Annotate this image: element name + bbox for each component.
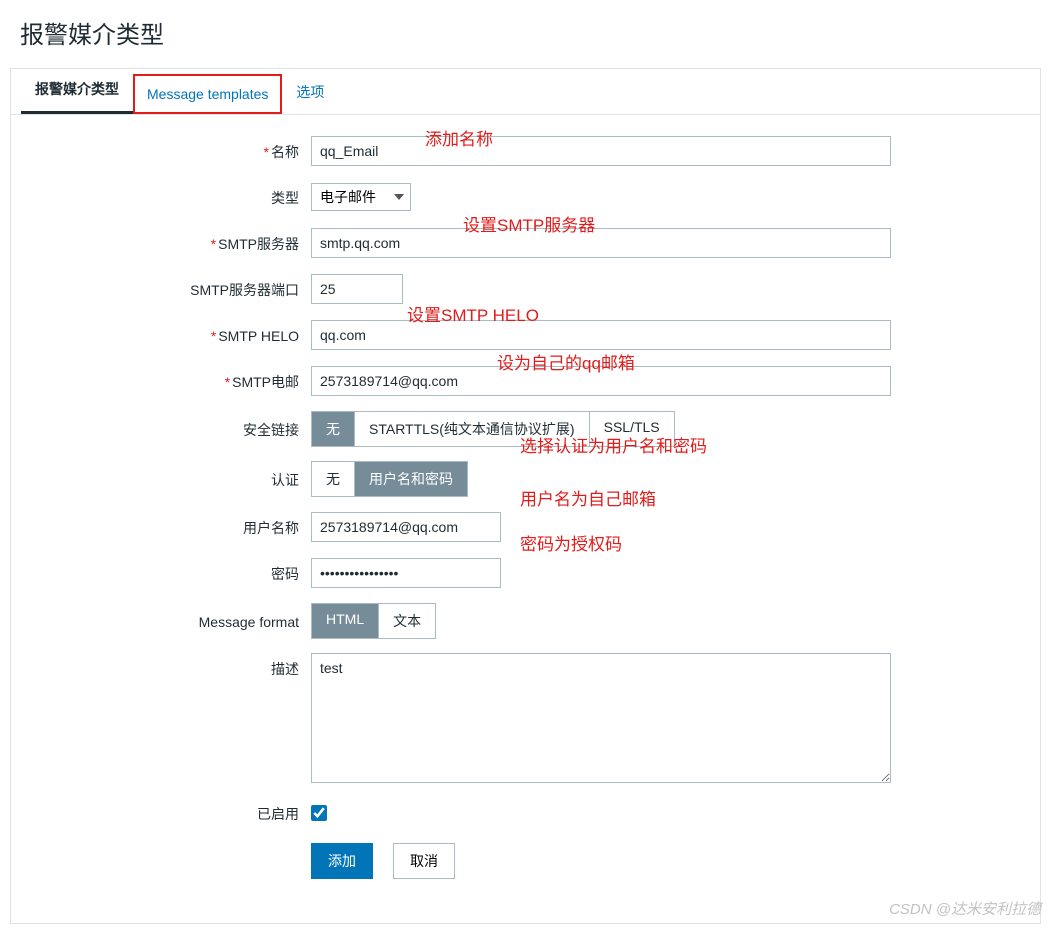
add-button[interactable]: 添加	[311, 843, 373, 879]
label-enabled: 已启用	[31, 802, 311, 824]
auth-opt-none[interactable]: 无	[312, 462, 355, 496]
form-container: 报警媒介类型 Message templates 选项 *名称 类型 电子邮件 …	[10, 68, 1041, 924]
label-security: 安全链接	[31, 418, 311, 440]
label-type: 类型	[31, 186, 311, 208]
label-name: *名称	[31, 140, 311, 162]
security-opt-ssl[interactable]: SSL/TLS	[590, 412, 674, 446]
cancel-button[interactable]: 取消	[393, 843, 455, 879]
label-smtp-port: SMTP服务器端口	[31, 278, 311, 300]
tab-options[interactable]: 选项	[282, 70, 338, 114]
tab-message-templates[interactable]: Message templates	[133, 74, 282, 114]
format-opt-html[interactable]: HTML	[312, 604, 379, 638]
label-msg-format: Message format	[31, 612, 311, 630]
username-input[interactable]	[311, 512, 501, 542]
tab-media-types[interactable]: 报警媒介类型	[21, 67, 133, 114]
smtp-email-input[interactable]	[311, 366, 891, 396]
label-description: 描述	[31, 653, 311, 679]
label-password: 密码	[31, 562, 311, 584]
password-input[interactable]	[311, 558, 501, 588]
description-input[interactable]	[311, 653, 891, 783]
smtp-helo-input[interactable]	[311, 320, 891, 350]
form: *名称 类型 电子邮件 *SMTP服务器 SMTP服务器端口 *SMTP HEL…	[11, 115, 1040, 923]
name-input[interactable]	[311, 136, 891, 166]
enabled-checkbox[interactable]	[311, 805, 327, 821]
auth-toggle: 无 用户名和密码	[311, 461, 468, 497]
type-select[interactable]: 电子邮件	[311, 183, 411, 211]
smtp-port-input[interactable]	[311, 274, 403, 304]
watermark: CSDN @达米安利拉德	[889, 898, 1041, 919]
tabs: 报警媒介类型 Message templates 选项	[11, 69, 1040, 115]
label-smtp-server: *SMTP服务器	[31, 232, 311, 254]
auth-opt-userpass[interactable]: 用户名和密码	[355, 462, 467, 496]
label-auth: 认证	[31, 468, 311, 490]
label-smtp-helo: *SMTP HELO	[31, 326, 311, 344]
security-opt-starttls[interactable]: STARTTLS(纯文本通信协议扩展)	[355, 412, 590, 446]
format-toggle: HTML 文本	[311, 603, 436, 639]
smtp-server-input[interactable]	[311, 228, 891, 258]
format-opt-text[interactable]: 文本	[379, 604, 435, 638]
page-title: 报警媒介类型	[0, 0, 1051, 68]
security-opt-none[interactable]: 无	[312, 412, 355, 446]
label-smtp-email: *SMTP电邮	[31, 370, 311, 392]
label-username: 用户名称	[31, 516, 311, 538]
security-toggle: 无 STARTTLS(纯文本通信协议扩展) SSL/TLS	[311, 411, 675, 447]
